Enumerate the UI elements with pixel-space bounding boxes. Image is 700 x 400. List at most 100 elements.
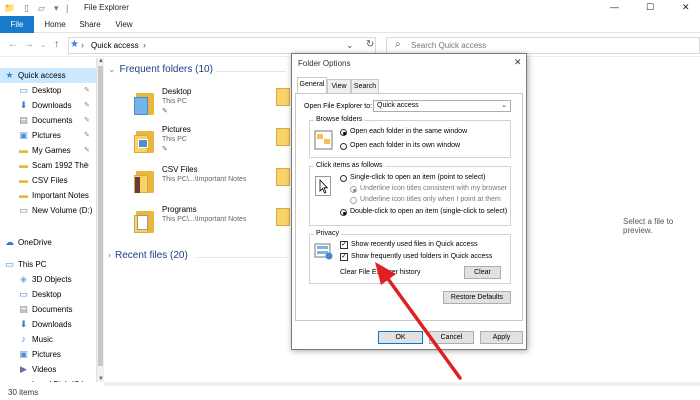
sidebar-item-pictures[interactable]: ▣ Pictures ✎	[0, 128, 96, 143]
forward-arrow-icon[interactable]: →	[24, 39, 34, 50]
sidebar-item-documents[interactable]: ▤ Documents	[0, 302, 96, 317]
chevron-down-icon[interactable]: ⌄	[108, 64, 116, 74]
tab-view[interactable]: View	[108, 16, 140, 33]
radio-own-window[interactable]	[340, 143, 347, 150]
frequent-folders-label[interactable]: Show frequently used folders in Quick ac…	[351, 253, 492, 260]
scroll-up-icon[interactable]: ▲	[97, 58, 105, 64]
breadcrumb-quick-access[interactable]: Quick access	[91, 41, 139, 50]
minimize-button[interactable]: —	[610, 2, 619, 12]
sidebar-item-label: Downloads	[32, 320, 72, 329]
close-button[interactable]: ✕	[682, 2, 690, 13]
open-explorer-select[interactable]: Quick access ⌄	[373, 100, 511, 112]
downloads-icon: ⬇	[19, 100, 28, 110]
underline-point-label[interactable]: Underline icon titles only when I point …	[360, 196, 501, 203]
close-icon[interactable]: ✕	[514, 57, 522, 68]
breadcrumb-chevron-icon[interactable]: ›	[143, 40, 146, 50]
nav-scrollbar[interactable]: ▲ ▼	[96, 58, 104, 382]
title-bar: 📁 ▯ ▱ ▾ | File Explorer — ☐ ✕	[0, 0, 700, 16]
folder-tile-csv-files[interactable]: CSV Files This PC\...\Important Notes	[134, 164, 284, 202]
address-input[interactable]: ★ › Quick access › ⌄ ↻	[68, 37, 376, 54]
sidebar-item-new-volume-d[interactable]: ▭ New Volume (D:)	[0, 203, 96, 218]
sidebar-item-label: Desktop	[32, 86, 62, 95]
folder-icon[interactable]	[276, 168, 290, 186]
tab-share[interactable]: Share	[74, 16, 106, 33]
radio-single-click[interactable]	[340, 175, 347, 182]
checkbox-recent-files[interactable]: ✓	[340, 241, 348, 249]
properties-icon[interactable]: ▯	[24, 3, 29, 14]
sidebar-item-desktop[interactable]: ▭ Desktop ✎	[0, 83, 96, 98]
ok-button[interactable]: OK	[378, 331, 423, 344]
sidebar-item-label: New Volume (D:)	[32, 206, 93, 215]
sidebar-item-desktop[interactable]: ▭ Desktop	[0, 287, 96, 302]
sidebar-item-downloads[interactable]: ⬇ Downloads	[0, 317, 96, 332]
chevron-down-icon: ⌄	[501, 102, 507, 109]
radio-underline-browser[interactable]	[350, 186, 357, 193]
sidebar-item-label: My Games	[32, 146, 71, 155]
sidebar-item-important-notes[interactable]: ▬ Important Notes	[0, 188, 96, 203]
new-folder-icon[interactable]: ▱	[38, 3, 45, 14]
cancel-button[interactable]: Cancel	[429, 331, 474, 344]
own-window-label[interactable]: Open each folder in its own window	[350, 142, 460, 149]
tab-search[interactable]: Search	[351, 79, 379, 93]
drive-icon: ▭	[19, 205, 28, 215]
tab-home[interactable]: Home	[38, 16, 72, 33]
apply-button[interactable]: Apply	[480, 331, 523, 344]
chevron-right-icon[interactable]: ›	[108, 250, 111, 260]
maximize-button[interactable]: ☐	[646, 2, 654, 13]
address-dropdown-icon[interactable]: ⌄	[346, 40, 354, 51]
sidebar-item-music[interactable]: ♪ Music	[0, 332, 96, 347]
sidebar-item-local-disk-c[interactable]: ▭Local Disk (C:)	[0, 377, 96, 382]
videos-icon: ▶	[20, 364, 27, 374]
checkbox-frequent-folders[interactable]: ✓	[340, 253, 348, 261]
tab-general[interactable]: General	[297, 77, 327, 93]
sidebar-item-documents[interactable]: ▤ Documents ✎	[0, 113, 96, 128]
frequent-folders-header[interactable]: ⌄ Frequent folders (10)	[108, 64, 213, 75]
search-input[interactable]: ⌕ Search Quick access	[386, 37, 700, 54]
folder-icon: ▬	[19, 190, 28, 200]
breadcrumb-chevron-icon[interactable]: ›	[81, 40, 84, 50]
recent-files-label[interactable]: Show recently used files in Quick access	[351, 241, 477, 248]
folder-tile-desktop[interactable]: Desktop This PC ✎	[134, 86, 284, 124]
tab-view[interactable]: View	[327, 79, 351, 93]
scroll-thumb[interactable]	[98, 66, 103, 366]
quick-access-star-icon: ★	[70, 39, 79, 50]
sidebar-item-this-pc[interactable]: ▭ This PC	[0, 257, 96, 272]
sidebar-item-downloads[interactable]: ⬇ Downloads ✎	[0, 98, 96, 113]
folder-icon[interactable]	[276, 128, 290, 146]
restore-defaults-button[interactable]: Restore Defaults	[443, 291, 511, 304]
sidebar-item-pictures[interactable]: ▣ Pictures	[0, 347, 96, 362]
folder-icon[interactable]	[276, 208, 290, 226]
sidebar-item-label: Music	[32, 335, 53, 344]
same-window-label[interactable]: Open each folder in the same window	[350, 128, 467, 135]
back-arrow-icon[interactable]: ←	[8, 39, 18, 50]
sidebar-item-scam-1992-the[interactable]: ▬ Scam 1992 The ✎	[0, 158, 96, 173]
radio-underline-point[interactable]	[350, 197, 357, 204]
folder-icon[interactable]	[276, 88, 290, 106]
tab-file[interactable]: File	[0, 16, 34, 33]
folder-icon: ▬	[19, 160, 28, 170]
sidebar-item-3d-objects[interactable]: ◈ 3D Objects	[0, 272, 96, 287]
radio-double-click[interactable]	[340, 209, 347, 216]
sidebar-item-csv-files[interactable]: ▬ CSV Files	[0, 173, 96, 188]
up-arrow-icon[interactable]: ↑	[54, 39, 59, 50]
sidebar-item-my-games[interactable]: ▬ My Games ✎	[0, 143, 96, 158]
pin-icon: ✎	[84, 132, 90, 139]
recent-locations-icon[interactable]: ⌄	[40, 41, 46, 49]
desktop-folder-icon: ▭	[19, 289, 28, 299]
sidebar-item-onedrive[interactable]: ☁ OneDrive	[0, 235, 96, 250]
folder-tile-programs[interactable]: Programs This PC\...\Important Notes	[134, 204, 284, 242]
customize-toolbar-icon[interactable]: ▾	[54, 3, 59, 14]
single-click-label[interactable]: Single-click to open an item (point to s…	[350, 174, 485, 181]
refresh-icon[interactable]: ↻	[366, 39, 374, 50]
underline-browser-label[interactable]: Underline icon titles consistent with my…	[360, 185, 507, 192]
radio-same-window[interactable]	[340, 129, 347, 136]
recent-files-header[interactable]: › Recent files (20)	[108, 250, 188, 261]
folder-tile-pictures[interactable]: Pictures This PC ✎	[134, 124, 284, 162]
double-click-label[interactable]: Double-click to open an item (single-cli…	[350, 208, 507, 215]
pictures-icon: ▣	[19, 130, 28, 140]
sidebar-item-videos[interactable]: ▶ Videos	[0, 362, 96, 377]
general-tab-panel: Open File Explorer to: Quick access ⌄ Br…	[295, 93, 523, 321]
clear-history-button[interactable]: Clear	[464, 266, 501, 279]
sidebar-item-quick-access[interactable]: ★ Quick access	[0, 68, 96, 83]
sidebar-item-label: Documents	[32, 116, 73, 125]
